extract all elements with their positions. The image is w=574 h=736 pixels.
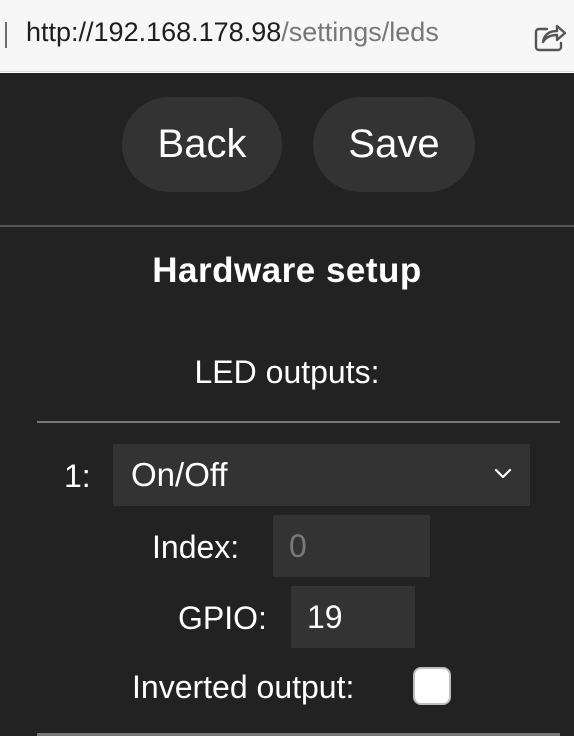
inverted-output-checkbox[interactable]: [413, 667, 451, 705]
index-input[interactable]: [273, 515, 430, 577]
header-divider: [0, 225, 574, 227]
gpio-input[interactable]: [291, 586, 415, 648]
url-path: /settings/leds: [281, 17, 439, 47]
save-button[interactable]: Save: [313, 97, 475, 192]
led-type-value: On/Off: [131, 456, 228, 493]
address-bar-edge: [5, 22, 7, 48]
section-divider: [37, 421, 560, 423]
page-title: Hardware setup: [152, 251, 422, 290]
chevron-down-icon: [494, 468, 512, 479]
section-title: LED outputs:: [194, 354, 380, 390]
index-label: Index:: [152, 529, 240, 565]
led-type-select[interactable]: On/Off: [113, 444, 530, 506]
inverted-output-label: Inverted output:: [132, 669, 355, 705]
led-output-number: 1:: [64, 458, 91, 494]
url-field[interactable]: http://192.168.178.98/settings/leds: [26, 17, 439, 48]
back-button[interactable]: Back: [122, 97, 282, 192]
gpio-label: GPIO:: [178, 600, 267, 636]
browser-address-bar: http://192.168.178.98/settings/leds: [0, 0, 574, 72]
share-icon[interactable]: [533, 20, 567, 52]
url-host: http://192.168.178.98: [26, 17, 282, 47]
settings-page: Back Save Hardware setup LED outputs: 1:…: [0, 73, 574, 736]
